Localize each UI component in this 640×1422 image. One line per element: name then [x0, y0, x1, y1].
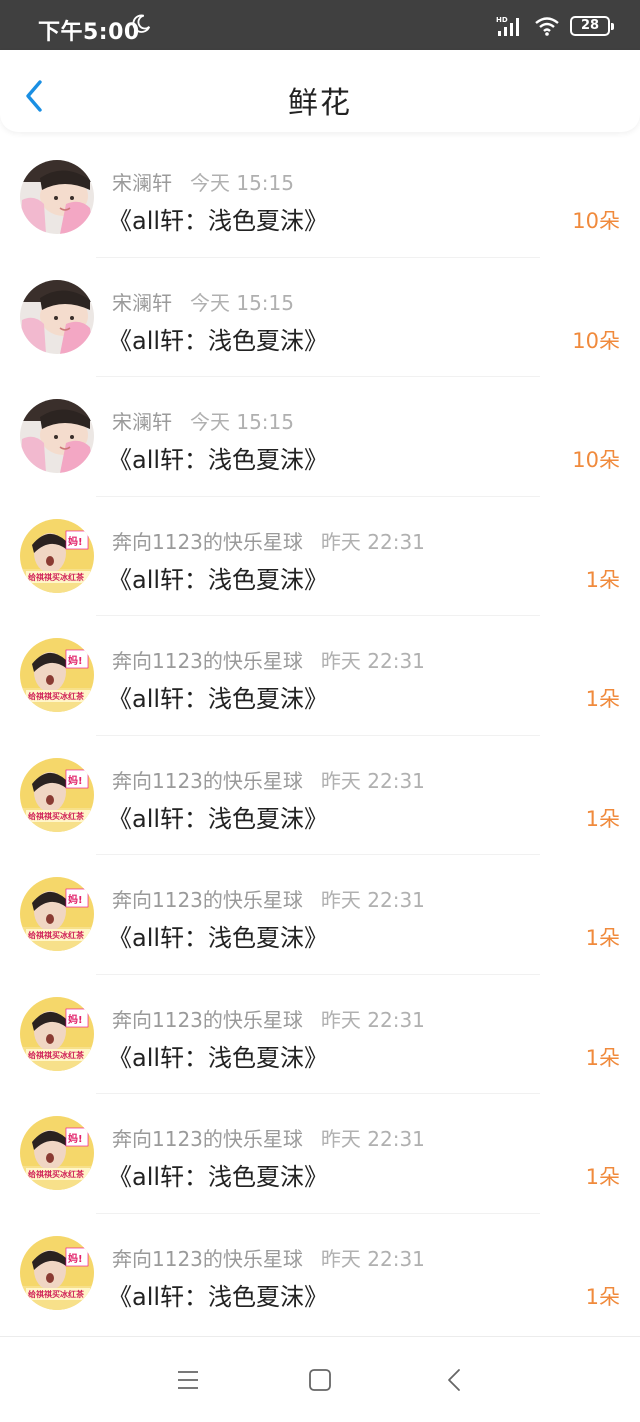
back-triangle-icon[interactable] [442, 1367, 468, 1393]
avatar[interactable] [20, 758, 94, 832]
flower-count: 1朵 [585, 1284, 620, 1309]
timestamp: 昨天 22:31 [320, 888, 425, 912]
book-title[interactable]: 《all轩：浅色夏沫》 [108, 799, 328, 834]
status-bar: 下午5:00 HD 28 [0, 0, 640, 50]
sender-name[interactable]: 奔向1123的快乐星球 [112, 1243, 303, 1272]
wifi-icon [535, 17, 559, 36]
sender-name[interactable]: 宋澜轩 [112, 406, 172, 435]
list-item[interactable]: 奔向1123的快乐星球 昨天 22:31 《all轩：浅色夏沫》 1朵 [0, 975, 640, 1094]
item-meta: 宋澜轩 今天 15:15 [112, 406, 294, 435]
list-item[interactable]: 奔向1123的快乐星球 昨天 22:31 《all轩：浅色夏沫》 1朵 [0, 1214, 640, 1334]
avatar[interactable] [20, 399, 94, 473]
book-title[interactable]: 《all轩：浅色夏沫》 [108, 679, 328, 714]
flower-count: 10朵 [572, 328, 620, 353]
avatar[interactable] [20, 280, 94, 354]
sender-name[interactable]: 奔向1123的快乐星球 [112, 1123, 303, 1152]
book-title[interactable]: 《all轩：浅色夏沫》 [108, 1038, 328, 1073]
list-item[interactable]: 奔向1123的快乐星球 昨天 22:31 《all轩：浅色夏沫》 1朵 [0, 497, 640, 616]
timestamp: 昨天 22:31 [320, 768, 425, 793]
system-nav-bar [0, 1336, 640, 1422]
timestamp: 今天 15:15 [190, 290, 294, 315]
avatar[interactable] [20, 997, 94, 1071]
list-item[interactable]: 奔向1123的快乐星球 昨天 22:31 《all轩：浅色夏沫》 1朵 [0, 1094, 640, 1214]
timestamp: 昨天 22:31 [320, 1007, 425, 1032]
flower-count: 1朵 [585, 567, 620, 592]
flower-count: 1朵 [585, 1045, 620, 1070]
home-square-icon[interactable] [307, 1367, 333, 1393]
book-title[interactable]: 《all轩：浅色夏沫》 [108, 321, 328, 356]
item-meta: 奔向1123的快乐星球 昨天 22:31 [112, 1123, 425, 1152]
timestamp: 今天 15:15 [190, 410, 294, 434]
svg-text:HD: HD [496, 16, 508, 24]
sender-name[interactable]: 宋澜轩 [112, 287, 172, 316]
sender-name[interactable]: 宋澜轩 [112, 167, 172, 196]
timestamp: 昨天 22:31 [320, 649, 425, 673]
list-item[interactable]: 奔向1123的快乐星球 昨天 22:31 《all轩：浅色夏沫》 1朵 [0, 855, 640, 975]
flower-count: 1朵 [585, 687, 620, 711]
item-meta: 奔向1123的快乐星球 昨天 22:31 [112, 526, 425, 555]
page-title: 鲜花 [288, 86, 352, 121]
sender-name[interactable]: 奔向1123的快乐星球 [112, 1004, 303, 1033]
item-meta: 宋澜轩 今天 15:15 [112, 167, 294, 196]
header-bar: 鲜花 [0, 50, 640, 132]
item-meta: 奔向1123的快乐星球 昨天 22:31 [112, 884, 425, 913]
flower-count: 1朵 [585, 1165, 620, 1189]
book-title[interactable]: 《all轩：浅色夏沫》 [108, 440, 328, 475]
timestamp: 昨天 22:31 [320, 529, 425, 554]
flower-count: 1朵 [585, 926, 620, 950]
item-meta: 奔向1123的快乐星球 昨天 22:31 [112, 765, 425, 794]
item-meta: 宋澜轩 今天 15:15 [112, 287, 294, 316]
menu-icon[interactable] [175, 1367, 201, 1393]
list-item[interactable]: 宋澜轩 今天 15:15 《all轩：浅色夏沫》 10朵 [0, 138, 640, 258]
flower-list: 宋澜轩 今天 15:15 《all轩：浅色夏沫》 10朵 宋澜轩 今天 15:1… [0, 138, 640, 1333]
book-title[interactable]: 《all轩：浅色夏沫》 [108, 1277, 328, 1312]
hd-signal-icon: HD [496, 16, 519, 36]
avatar[interactable] [20, 877, 94, 951]
sender-name[interactable]: 奔向1123的快乐星球 [112, 884, 303, 913]
item-meta: 奔向1123的快乐星球 昨天 22:31 [112, 1243, 425, 1272]
book-title[interactable]: 《all轩：浅色夏沫》 [108, 560, 328, 595]
avatar[interactable] [20, 638, 94, 712]
battery-icon: 28 [570, 16, 614, 36]
list-item[interactable]: 宋澜轩 今天 15:15 《all轩：浅色夏沫》 10朵 [0, 377, 640, 497]
timestamp: 昨天 22:31 [320, 1127, 425, 1151]
list-item[interactable]: 奔向1123的快乐星球 昨天 22:31 《all轩：浅色夏沫》 1朵 [0, 736, 640, 855]
avatar[interactable] [20, 1236, 94, 1310]
avatar[interactable] [20, 160, 94, 234]
list-item[interactable]: 宋澜轩 今天 15:15 《all轩：浅色夏沫》 10朵 [0, 258, 640, 377]
flower-count: 10朵 [572, 448, 620, 472]
avatar[interactable] [20, 1116, 94, 1190]
moon-icon [132, 14, 151, 33]
timestamp: 昨天 22:31 [320, 1246, 425, 1271]
book-title[interactable]: 《all轩：浅色夏沫》 [108, 1157, 328, 1192]
battery-level: 28 [580, 18, 600, 33]
timestamp: 今天 15:15 [190, 171, 294, 195]
book-title[interactable]: 《all轩：浅色夏沫》 [108, 918, 328, 953]
flower-count: 1朵 [585, 806, 620, 831]
sender-name[interactable]: 奔向1123的快乐星球 [112, 526, 303, 555]
avatar[interactable] [20, 519, 94, 593]
item-meta: 奔向1123的快乐星球 昨天 22:31 [112, 645, 425, 674]
flower-count: 10朵 [572, 209, 620, 233]
list-item[interactable]: 奔向1123的快乐星球 昨天 22:31 《all轩：浅色夏沫》 1朵 [0, 616, 640, 736]
sender-name[interactable]: 奔向1123的快乐星球 [112, 645, 303, 674]
sender-name[interactable]: 奔向1123的快乐星球 [112, 765, 303, 794]
book-title[interactable]: 《all轩：浅色夏沫》 [108, 201, 328, 236]
status-time: 下午5:00 [38, 20, 140, 45]
item-meta: 奔向1123的快乐星球 昨天 22:31 [112, 1004, 425, 1033]
